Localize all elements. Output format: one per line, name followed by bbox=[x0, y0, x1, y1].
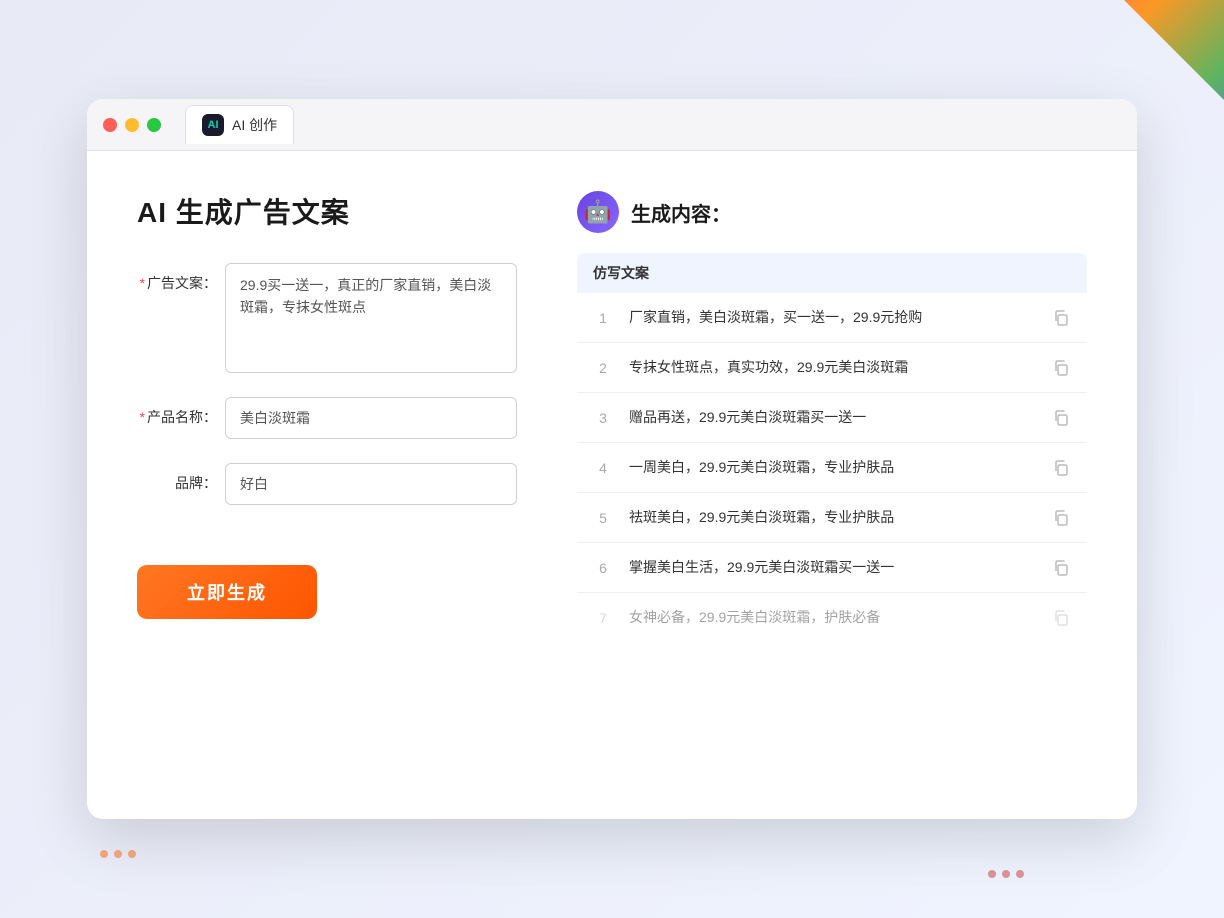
bg-dots-left bbox=[100, 850, 136, 858]
ai-tab[interactable]: AI AI 创作 bbox=[185, 105, 294, 144]
row-text: 一周美白，29.9元美白淡斑霜，专业护肤品 bbox=[629, 457, 1035, 478]
app-window: AI AI 创作 AI 生成广告文案 *广告文案： *产品名称： bbox=[87, 99, 1137, 819]
ad-copy-required: * bbox=[140, 275, 145, 291]
copy-icon[interactable] bbox=[1051, 508, 1071, 528]
row-number: 3 bbox=[593, 410, 613, 426]
minimize-button[interactable] bbox=[125, 118, 139, 132]
row-text: 祛斑美白，29.9元美白淡斑霜，专业护肤品 bbox=[629, 507, 1035, 528]
row-text: 厂家直销，美白淡斑霜，买一送一，29.9元抢购 bbox=[629, 307, 1035, 328]
copy-icon[interactable] bbox=[1051, 458, 1071, 478]
ad-copy-input[interactable] bbox=[225, 263, 517, 373]
table-row: 5 祛斑美白，29.9元美白淡斑霜，专业护肤品 bbox=[577, 493, 1087, 543]
maximize-button[interactable] bbox=[147, 118, 161, 132]
close-button[interactable] bbox=[103, 118, 117, 132]
left-panel: AI 生成广告文案 *广告文案： *产品名称： 品牌： bbox=[137, 191, 517, 779]
traffic-lights bbox=[103, 118, 161, 132]
ai-tab-icon: AI bbox=[202, 114, 224, 136]
row-text: 掌握美白生活，29.9元美白淡斑霜买一送一 bbox=[629, 557, 1035, 578]
brand-label: 品牌： bbox=[137, 463, 217, 493]
right-header: 🤖 生成内容： bbox=[577, 191, 1087, 233]
row-text: 专抹女性斑点，真实功效，29.9元美白淡斑霜 bbox=[629, 357, 1035, 378]
table-row: 6 掌握美白生活，29.9元美白淡斑霜买一送一 bbox=[577, 543, 1087, 593]
product-input[interactable] bbox=[225, 397, 517, 439]
right-panel: 🤖 生成内容： 仿写文案 1 厂家直销，美白淡斑霜，买一送一，29.9元抢购 2… bbox=[577, 191, 1087, 779]
row-number: 5 bbox=[593, 510, 613, 526]
table-row: 2 专抹女性斑点，真实功效，29.9元美白淡斑霜 bbox=[577, 343, 1087, 393]
product-row: *产品名称： bbox=[137, 397, 517, 439]
table-row: 4 一周美白，29.9元美白淡斑霜，专业护肤品 bbox=[577, 443, 1087, 493]
product-required: * bbox=[140, 409, 145, 425]
titlebar: AI AI 创作 bbox=[87, 99, 1137, 151]
row-number: 6 bbox=[593, 560, 613, 576]
table-row: 3 赠品再送，29.9元美白淡斑霜买一送一 bbox=[577, 393, 1087, 443]
right-title: 生成内容： bbox=[631, 198, 731, 227]
brand-row: 品牌： bbox=[137, 463, 517, 505]
copy-icon[interactable] bbox=[1051, 408, 1071, 428]
bg-dots-right bbox=[988, 870, 1024, 878]
product-label: *产品名称： bbox=[137, 397, 217, 427]
ai-tab-label: AI 创作 bbox=[232, 115, 277, 135]
results-table: 仿写文案 1 厂家直销，美白淡斑霜，买一送一，29.9元抢购 2 专抹女性斑点，… bbox=[577, 253, 1087, 779]
table-row: 1 厂家直销，美白淡斑霜，买一送一，29.9元抢购 bbox=[577, 293, 1087, 343]
row-number: 7 bbox=[593, 610, 613, 626]
copy-icon[interactable] bbox=[1051, 358, 1071, 378]
copy-icon[interactable] bbox=[1051, 558, 1071, 578]
brand-input[interactable] bbox=[225, 463, 517, 505]
main-content: AI 生成广告文案 *广告文案： *产品名称： 品牌： bbox=[87, 151, 1137, 819]
row-text: 女神必备，29.9元美白淡斑霜，护肤必备 bbox=[629, 607, 1035, 628]
row-text: 赠品再送，29.9元美白淡斑霜买一送一 bbox=[629, 407, 1035, 428]
table-header: 仿写文案 bbox=[577, 253, 1087, 293]
ad-copy-label: *广告文案： bbox=[137, 263, 217, 293]
row-number: 2 bbox=[593, 360, 613, 376]
table-row: 7 女神必备，29.9元美白淡斑霜，护肤必备 bbox=[577, 593, 1087, 642]
ad-copy-row: *广告文案： bbox=[137, 263, 517, 373]
copy-icon[interactable] bbox=[1051, 608, 1071, 628]
results-rows: 1 厂家直销，美白淡斑霜，买一送一，29.9元抢购 2 专抹女性斑点，真实功效，… bbox=[577, 293, 1087, 642]
copy-icon[interactable] bbox=[1051, 308, 1071, 328]
row-number: 4 bbox=[593, 460, 613, 476]
robot-icon: 🤖 bbox=[577, 191, 619, 233]
generate-button[interactable]: 立即生成 bbox=[137, 565, 317, 619]
row-number: 1 bbox=[593, 310, 613, 326]
page-title: AI 生成广告文案 bbox=[137, 191, 517, 231]
